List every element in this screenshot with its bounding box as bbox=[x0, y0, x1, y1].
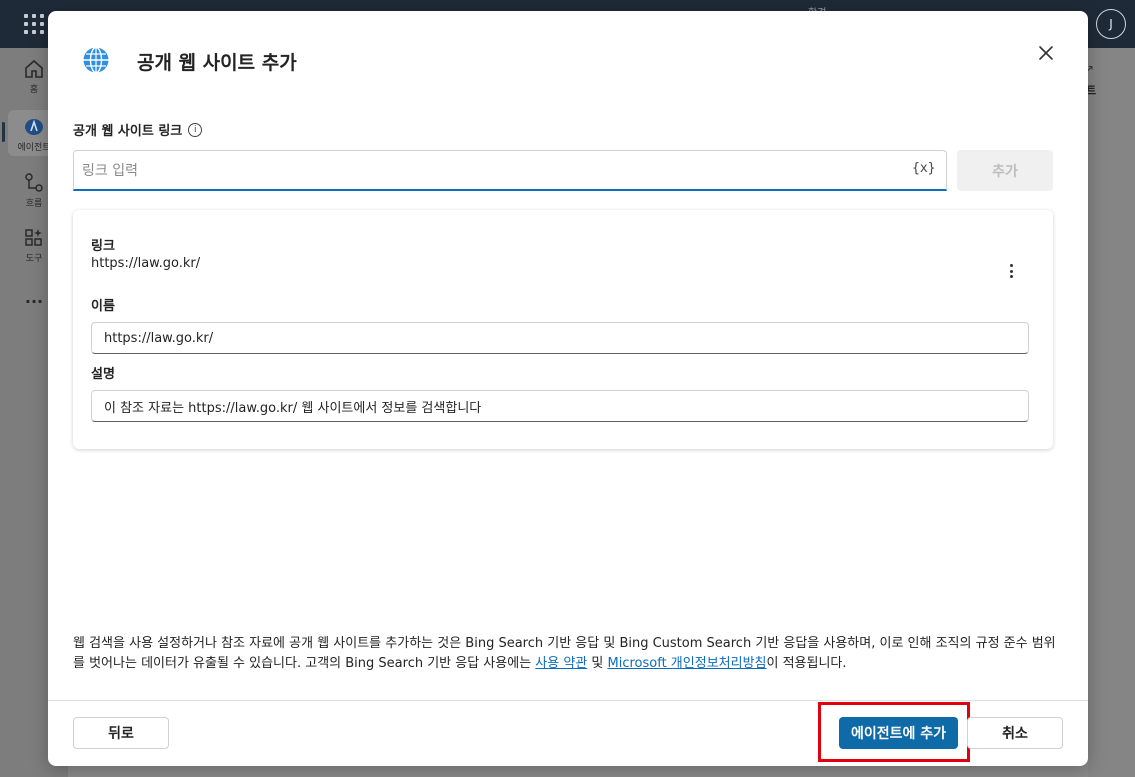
footer-divider bbox=[48, 700, 1088, 701]
add-link-button[interactable]: 추가 bbox=[957, 150, 1053, 191]
link-input[interactable] bbox=[82, 151, 882, 190]
name-input[interactable] bbox=[91, 322, 1029, 354]
right-panel-peek bbox=[1088, 48, 1135, 777]
rail-label: 도구 bbox=[25, 254, 43, 264]
flow-icon bbox=[25, 173, 43, 192]
description-label: 설명 bbox=[91, 367, 115, 382]
terms-of-use-link[interactable]: 사용 약관 bbox=[535, 656, 587, 671]
disclaimer-text: 웹 검색을 사용 설정하거나 참조 자료에 공개 웹 사이트를 추가하는 것은 … bbox=[73, 634, 1063, 674]
link-field-label: 공개 웹 사이트 링크 i bbox=[73, 120, 203, 139]
app-launcher-icon[interactable] bbox=[24, 14, 44, 34]
link-field-label-text: 공개 웹 사이트 링크 bbox=[73, 124, 183, 139]
disclaimer-part: 및 bbox=[587, 656, 608, 671]
privacy-policy-link[interactable]: Microsoft 개인정보처리방침 bbox=[608, 656, 767, 671]
globe-icon bbox=[83, 46, 109, 74]
website-card: 링크 https://law.go.kr/ 이름 설명 bbox=[73, 210, 1053, 449]
rail-label: 흐름 bbox=[25, 199, 43, 209]
info-icon[interactable]: i bbox=[188, 122, 203, 137]
close-icon[interactable] bbox=[1034, 41, 1058, 65]
name-label: 이름 bbox=[91, 299, 115, 314]
more-options-icon[interactable] bbox=[1003, 262, 1019, 280]
disclaimer-part: 이 적용됩니다. bbox=[766, 656, 847, 671]
cancel-button[interactable]: 취소 bbox=[967, 717, 1063, 749]
link-input-container: {x} bbox=[73, 150, 947, 191]
variable-icon[interactable]: {x} bbox=[912, 161, 935, 176]
add-website-dialog: 공개 웹 사이트 추가 공개 웹 사이트 링크 i {x} 추가 링크 http… bbox=[48, 11, 1088, 766]
home-icon bbox=[25, 59, 43, 78]
rail-label: 홈 bbox=[29, 85, 39, 95]
back-button[interactable]: 뒤로 bbox=[73, 717, 169, 749]
description-input[interactable] bbox=[91, 390, 1029, 422]
dialog-title: 공개 웹 사이트 추가 bbox=[137, 52, 297, 74]
link-label: 링크 bbox=[91, 239, 115, 254]
avatar[interactable]: J bbox=[1096, 9, 1126, 39]
tools-icon bbox=[25, 229, 42, 246]
add-to-agent-button[interactable]: 에이전트에 추가 bbox=[839, 717, 958, 749]
link-value: https://law.go.kr/ bbox=[91, 256, 201, 271]
rail-label: 에이전트 bbox=[17, 143, 51, 153]
agent-icon bbox=[25, 119, 43, 135]
